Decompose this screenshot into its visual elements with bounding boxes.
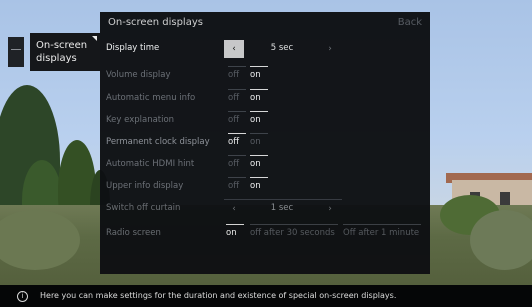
chevron-left-icon[interactable]: ‹ [224, 40, 244, 58]
toggle-off-option[interactable]: off [228, 111, 246, 129]
setting-row-display-time[interactable]: Display time ‹ 5 sec › [100, 38, 430, 60]
breadcrumb[interactable]: On-screen displays [30, 33, 100, 71]
setting-row-switch-off-curtain[interactable]: Switch off curtain ‹ 1 sec › [100, 198, 430, 220]
bush [470, 210, 532, 270]
menu-collapse-button[interactable] [8, 37, 24, 67]
info-bar: i Here you can make settings for the dur… [0, 285, 532, 307]
setting-row-volume-display[interactable]: Volume display off on [100, 65, 430, 87]
setting-value: 5 sec [270, 43, 294, 53]
setting-label: Permanent clock display [106, 137, 210, 147]
setting-label: Radio screen [106, 228, 161, 238]
setting-label: Upper info display [106, 181, 184, 191]
breadcrumb-label: On-screen displays [36, 40, 88, 64]
setting-row-automatic-hdmi-hint[interactable]: Automatic HDMI hint off on [100, 154, 430, 176]
setting-row-automatic-menu-info[interactable]: Automatic menu info off on [100, 88, 430, 110]
toggle-off-option[interactable]: off [228, 133, 246, 151]
chevron-left-icon[interactable]: ‹ [224, 200, 244, 218]
setting-label: Automatic HDMI hint [106, 159, 195, 169]
radio-option-off-1min[interactable]: Off after 1 minute [343, 224, 421, 242]
setting-label: Switch off curtain [106, 203, 181, 213]
toggle-on-option[interactable]: on [250, 155, 268, 173]
setting-row-radio-screen[interactable]: Radio screen on off after 30 seconds Off… [100, 223, 430, 245]
toggle-on-option[interactable]: on [250, 66, 268, 84]
toggle-off-option[interactable]: off [228, 66, 246, 84]
toggle-off-option[interactable]: off [228, 155, 246, 173]
radio-option-on[interactable]: on [226, 224, 244, 242]
toggle-on-option[interactable]: on [250, 89, 268, 107]
toggle-on-option[interactable]: on [250, 133, 268, 151]
setting-value: 1 sec [270, 203, 294, 213]
setting-row-key-explanation[interactable]: Key explanation off on [100, 110, 430, 132]
chevron-right-icon[interactable]: › [320, 200, 340, 218]
radio-option-off-30s[interactable]: off after 30 seconds [250, 224, 338, 242]
setting-row-upper-info-display[interactable]: Upper info display off on [100, 176, 430, 198]
info-text: Here you can make settings for the durat… [40, 291, 397, 300]
menu-line-icon [11, 49, 21, 50]
chevron-right-icon[interactable]: › [320, 40, 340, 58]
panel-title: On-screen displays [108, 17, 203, 28]
setting-label: Volume display [106, 70, 171, 80]
toggle-off-option[interactable]: off [228, 89, 246, 107]
setting-label: Key explanation [106, 115, 175, 125]
toggle-on-option[interactable]: on [250, 111, 268, 129]
back-button[interactable]: Back [398, 17, 422, 28]
settings-panel: On-screen displays Back Display time ‹ 5… [100, 12, 430, 274]
setting-label: Automatic menu info [106, 93, 196, 103]
toggle-off-option[interactable]: off [228, 177, 246, 195]
setting-row-permanent-clock-display[interactable]: Permanent clock display off on [100, 132, 430, 154]
setting-label: Display time [106, 43, 160, 53]
info-icon: i [17, 291, 28, 302]
toggle-on-option[interactable]: on [250, 177, 268, 195]
